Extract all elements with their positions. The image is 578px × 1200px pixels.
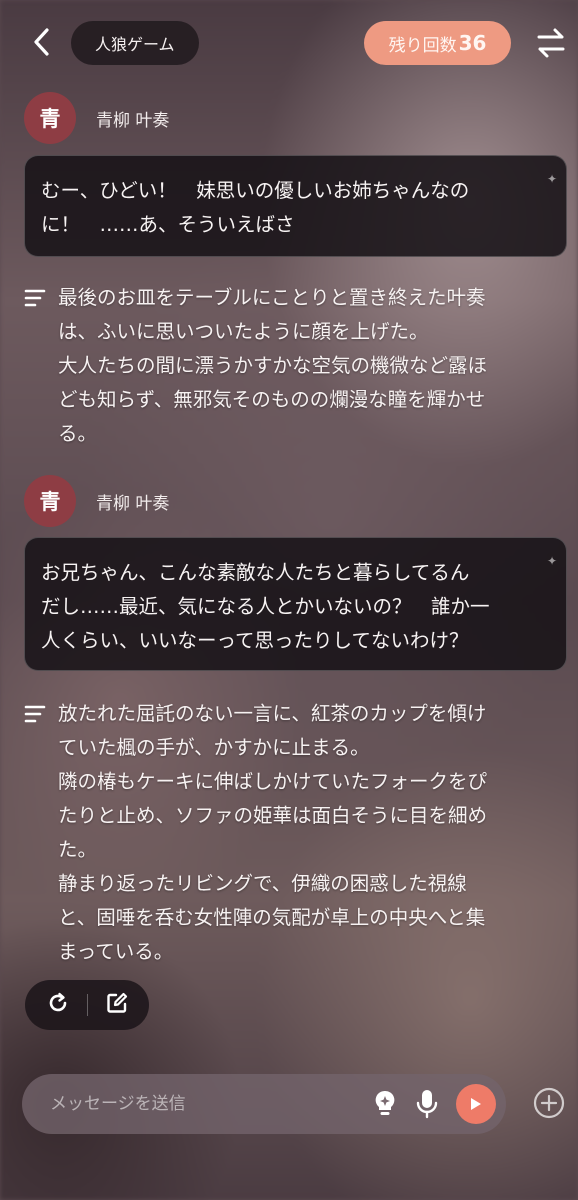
narration-line: 放たれた屈託のない一言に、紅茶のカップを傾け: [58, 702, 487, 725]
message-composer: [22, 1074, 506, 1134]
edit-icon: [106, 992, 127, 1013]
narration-lines-icon: [24, 289, 46, 307]
remaining-label: 残り回数: [388, 35, 457, 56]
remaining-count: 36: [458, 31, 487, 55]
narration-text: 放たれた屈託のない一言に、紅茶のカップを傾け ていた楓の手が、かすかに止まる。 …: [58, 697, 487, 969]
narration-line: る。: [58, 422, 98, 445]
narration-line: まっている。: [58, 940, 174, 963]
speaker-row: 青 青柳 叶奏: [24, 92, 169, 144]
narration-lines-icon: [24, 705, 46, 723]
plus-icon: [533, 1087, 565, 1119]
regenerate-button[interactable]: [46, 991, 70, 1019]
swap-arrows-icon: [537, 28, 565, 58]
narration-block: 放たれた屈託のない一言に、紅茶のカップを傾け ていた楓の手が、かすかに止まる。 …: [24, 697, 564, 969]
send-icon: [471, 1098, 481, 1110]
dialogue-line: むー、ひどい！ 妹思いの優しいお姉ちゃんなの: [41, 179, 470, 202]
idea-button[interactable]: [368, 1087, 402, 1121]
avatar[interactable]: 青: [24, 92, 76, 144]
chat-title[interactable]: 人狼ゲーム: [71, 21, 199, 65]
narration-line: と、固唾を呑む女性陣の気配が卓上の中央へと集: [58, 906, 486, 929]
add-button[interactable]: [532, 1086, 566, 1120]
message-input[interactable]: [50, 1094, 368, 1114]
edit-button[interactable]: [105, 991, 129, 1019]
narration-line: 大人たちの間に漂うかすかな空気の機微など露ほ: [58, 354, 488, 377]
dialogue-bubble[interactable]: ✦ むー、ひどい！ 妹思いの優しいお姉ちゃんなの に！ ……あ、そういえばさ: [24, 155, 567, 257]
dialogue-bubble[interactable]: ✦ お兄ちゃん、こんな素敵な人たちと暮らしてるん だし……最近、気になる人とかい…: [24, 537, 567, 671]
sparkle-icon: ✦: [546, 554, 557, 568]
voice-button[interactable]: [410, 1087, 444, 1121]
narration-line: 最後のお皿をテーブルにことりと置き終えた叶奏: [58, 286, 486, 309]
dialogue-line: お兄ちゃん、こんな素敵な人たちと暮らしてるん: [41, 561, 470, 584]
speaker-row: 青 青柳 叶奏: [24, 475, 169, 527]
dialogue-line: 人くらい、いいなーって思ったりしてないわけ？: [41, 629, 469, 652]
narration-line: 隣の椿もケーキに伸ばしかけていたフォークをぴ: [58, 770, 488, 793]
narration-line: たりと止め、ソファの姫華は面白そうに目を細め: [58, 804, 488, 827]
narration-text: 最後のお皿をテーブルにことりと置き終えた叶奏 は、ふいに思いついたように顔を上げ…: [58, 281, 487, 451]
chat-screen: 人狼ゲーム 残り回数 36 青 青柳 叶奏 ✦ むー、ひどい！ 妹思いの優しいお…: [0, 0, 578, 1200]
divider: [86, 994, 88, 1016]
narration-line: 静まり返ったリビングで、伊織の困惑した視線: [58, 872, 467, 895]
sparkle-icon: ✦: [546, 172, 557, 186]
narration-line: は、ふいに思いついたように顔を上げた。: [58, 320, 429, 343]
refresh-icon: [49, 992, 66, 1012]
narration-line: ども知らず、無邪気そのものの爛漫な瞳を輝かせ: [58, 388, 486, 411]
speaker-name: 青柳 叶奏: [96, 493, 170, 514]
microphone-icon: [416, 1090, 438, 1119]
message-actions: [25, 980, 149, 1030]
narration-block: 最後のお皿をテーブルにことりと置き終えた叶奏 は、ふいに思いついたように顔を上げ…: [24, 281, 564, 451]
narration-line: ていた楓の手が、かすかに止まる。: [58, 736, 370, 759]
back-button[interactable]: [26, 24, 56, 60]
chevron-left-icon: [34, 28, 49, 56]
lightbulb-icon: [375, 1090, 395, 1115]
speaker-name: 青柳 叶奏: [96, 110, 170, 131]
dialogue-line: だし……最近、気になる人とかいないの？ 誰か一: [41, 595, 490, 618]
avatar[interactable]: 青: [24, 475, 76, 527]
remaining-count-badge[interactable]: 残り回数 36: [364, 21, 511, 65]
send-button[interactable]: [456, 1084, 496, 1124]
narration-line: た。: [58, 838, 98, 861]
switch-button[interactable]: [536, 26, 566, 60]
dialogue-line: に！ ……あ、そういえばさ: [41, 213, 295, 236]
